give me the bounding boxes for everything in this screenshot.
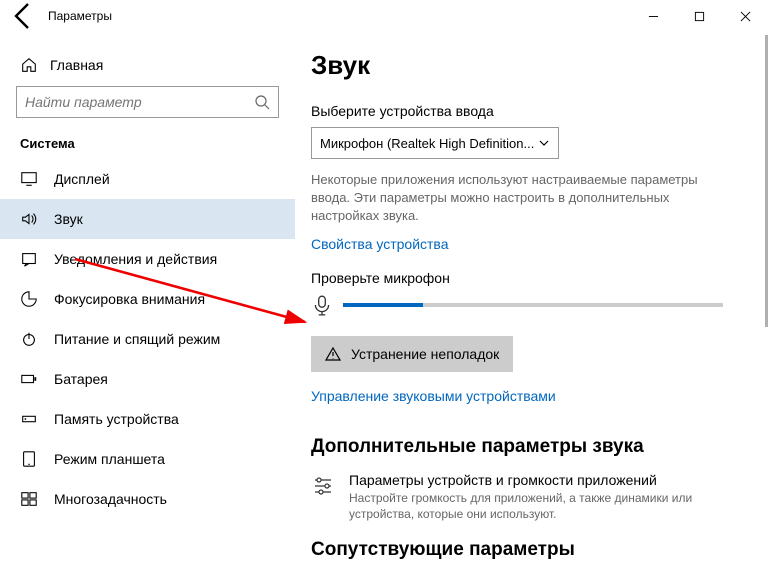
nav-item-display[interactable]: Дисплей [0, 159, 295, 199]
troubleshoot-label: Устранение неполадок [351, 346, 499, 362]
nav-label: Память устройства [54, 411, 179, 427]
sidebar: Главная Система Дисплей Звук Уведомления… [0, 32, 295, 572]
content-panel: Звук Выберите устройства ввода Микрофон … [295, 32, 768, 572]
app-volume-row[interactable]: Параметры устройств и громкости приложен… [311, 472, 742, 524]
input-description: Некоторые приложения используют настраив… [311, 171, 731, 226]
test-mic-label: Проверьте микрофон [311, 270, 742, 286]
input-device-label: Выберите устройства ввода [311, 103, 742, 119]
advanced-heading: Дополнительные параметры звука [311, 436, 742, 458]
nav-label: Уведомления и действия [54, 251, 217, 267]
nav-item-focus[interactable]: Фокусировка внимания [0, 279, 295, 319]
home-icon [20, 56, 38, 74]
nav-item-sound[interactable]: Звук [0, 199, 295, 239]
nav-item-power[interactable]: Питание и спящий режим [0, 319, 295, 359]
troubleshoot-button[interactable]: Устранение неполадок [311, 336, 513, 372]
window-title: Параметры [48, 9, 112, 23]
device-properties-link[interactable]: Свойства устройства [311, 236, 449, 252]
input-device-select[interactable]: Микрофон (Realtek High Definition... [311, 127, 559, 159]
search-input[interactable] [25, 94, 254, 110]
notifications-icon [20, 250, 38, 268]
related-heading: Сопутствующие параметры [311, 539, 742, 561]
arrow-left-icon [8, 0, 40, 32]
nav-label: Звук [54, 211, 83, 227]
select-value: Микрофон (Realtek High Definition... [320, 136, 538, 151]
focus-icon [20, 290, 38, 308]
nav-item-battery[interactable]: Батарея [0, 359, 295, 399]
page-heading: Звук [311, 50, 742, 81]
back-button[interactable] [8, 0, 40, 32]
mic-level-bar [343, 303, 723, 307]
app-volume-desc: Настройте громкость для приложений, а та… [349, 490, 709, 524]
window-controls [630, 0, 768, 32]
nav-label: Дисплей [54, 171, 110, 187]
warning-icon [325, 346, 341, 362]
home-button[interactable]: Главная [16, 50, 279, 86]
multitask-icon [20, 490, 38, 508]
chevron-down-icon [538, 137, 550, 149]
storage-icon [20, 410, 38, 428]
nav-item-tablet[interactable]: Режим планшета [0, 439, 295, 479]
nav-item-storage[interactable]: Память устройства [0, 399, 295, 439]
nav-list: Дисплей Звук Уведомления и действия Фоку… [0, 159, 295, 519]
display-icon [20, 170, 38, 188]
mic-level-row [311, 294, 742, 316]
search-icon [254, 94, 270, 110]
title-bar: Параметры [0, 0, 768, 32]
tablet-icon [20, 450, 38, 468]
nav-item-notifications[interactable]: Уведомления и действия [0, 239, 295, 279]
nav-label: Батарея [54, 371, 108, 387]
nav-item-multitask[interactable]: Многозадачность [0, 479, 295, 519]
main-layout: Главная Система Дисплей Звук Уведомления… [0, 32, 768, 572]
mic-level-fill [343, 303, 423, 307]
manage-devices-link[interactable]: Управление звуковыми устройствами [311, 388, 556, 404]
app-volume-title: Параметры устройств и громкости приложен… [349, 472, 709, 488]
microphone-icon [311, 294, 333, 316]
power-icon [20, 330, 38, 348]
sliders-icon [311, 474, 335, 498]
battery-icon [20, 370, 38, 388]
category-heading: Система [16, 136, 279, 151]
home-label: Главная [50, 57, 103, 73]
minimize-button[interactable] [630, 0, 676, 32]
nav-label: Режим планшета [54, 451, 165, 467]
close-button[interactable] [722, 0, 768, 32]
nav-label: Многозадачность [54, 491, 167, 507]
sound-icon [20, 210, 38, 228]
nav-label: Питание и спящий режим [54, 331, 220, 347]
maximize-button[interactable] [676, 0, 722, 32]
search-box[interactable] [16, 86, 279, 118]
nav-label: Фокусировка внимания [54, 291, 205, 307]
